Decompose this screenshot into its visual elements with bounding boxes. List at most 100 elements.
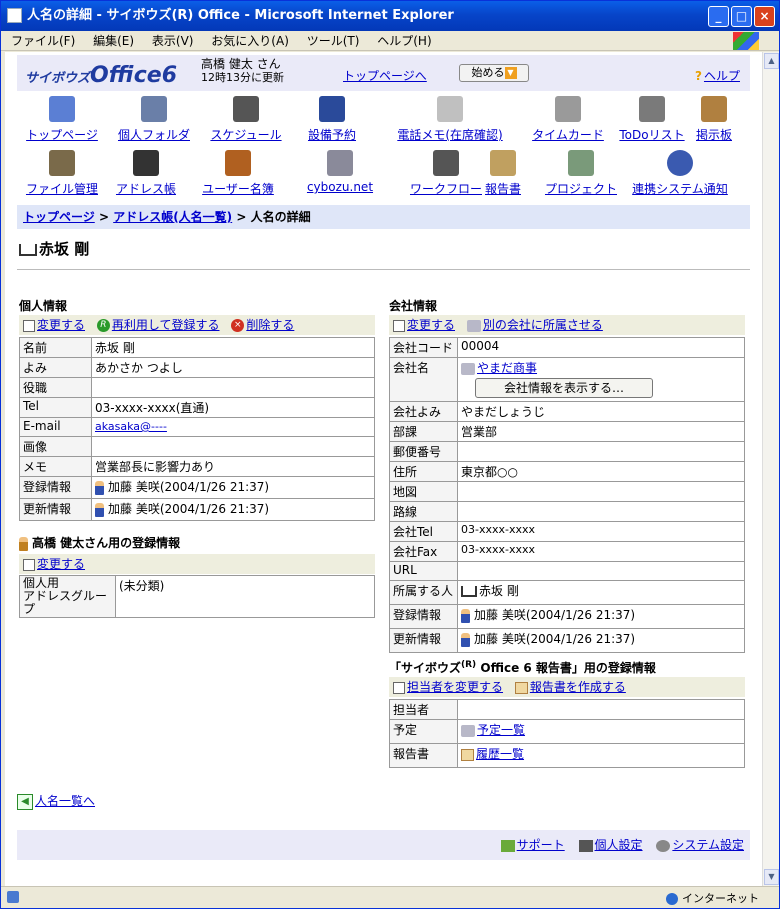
app-label[interactable]: 連携システム通知 xyxy=(627,180,733,197)
app-label[interactable]: cybozu.net xyxy=(295,180,385,194)
app-label[interactable]: プロジェクト xyxy=(541,180,621,197)
menu-tools[interactable]: ツール(T) xyxy=(307,34,360,48)
report-change-owner[interactable]: 担当者を変更する xyxy=(393,680,503,694)
breadcrumb-address-book[interactable]: アドレス帳(人名一覧) xyxy=(113,210,232,224)
personal-reuse-link[interactable]: 再利用して登録する xyxy=(112,318,220,332)
app-phone-memo[interactable]: 電話メモ(在席確認) xyxy=(395,96,505,146)
back-to-list[interactable]: ◀ 人名一覧へ xyxy=(17,792,95,810)
personal-settings-link[interactable]: 個人設定 xyxy=(595,838,643,852)
support[interactable]: サポート xyxy=(500,838,565,852)
app-project[interactable]: プロジェクト xyxy=(541,150,621,200)
app-label[interactable]: 掲示板 xyxy=(679,126,749,143)
app-label[interactable]: アドレス帳 xyxy=(101,180,191,197)
menu-view[interactable]: 表示(V) xyxy=(152,34,194,48)
row-key: 役職 xyxy=(19,377,92,398)
system-settings[interactable]: システム設定 xyxy=(656,838,744,852)
help-label[interactable]: ヘルプ xyxy=(704,69,740,83)
minimize-button[interactable]: _ xyxy=(708,6,729,27)
zone-label: インターネット xyxy=(682,892,759,905)
scroll-down-icon[interactable]: ▼ xyxy=(764,869,779,885)
app-label[interactable]: スケジュール xyxy=(201,126,291,143)
row-value: 00004 xyxy=(457,337,745,358)
page-title-text: 赤坂 剛 xyxy=(39,240,90,258)
app-personal-folder[interactable]: 個人フォルダ xyxy=(109,96,199,146)
app-label[interactable]: 報告書 xyxy=(473,180,533,197)
edit-icon xyxy=(23,319,35,332)
app-bulletin[interactable]: 掲示板 xyxy=(679,96,749,146)
globe-icon xyxy=(666,893,678,905)
app-user-list[interactable]: ユーザー名簿 xyxy=(193,150,283,200)
app-label[interactable]: ユーザー名簿 xyxy=(193,180,283,197)
app-cybozu-net[interactable]: cybozu.net xyxy=(295,150,385,200)
system-settings-link[interactable]: システム設定 xyxy=(672,838,744,852)
row-key: URL xyxy=(389,561,458,581)
top-page-link[interactable]: トップページへ xyxy=(343,67,427,84)
app-label[interactable]: タイムカード xyxy=(523,126,613,143)
user-reg-edit-link[interactable]: 変更する xyxy=(37,557,85,571)
menu-edit[interactable]: 編集(E) xyxy=(93,34,134,48)
row-value xyxy=(457,441,745,462)
report-create-link[interactable]: 報告書を作成する xyxy=(530,680,626,694)
address-book-icon xyxy=(19,243,37,256)
personal-settings[interactable]: 個人設定 xyxy=(578,838,643,852)
company-edit-link[interactable]: 変更する xyxy=(407,318,455,332)
app-label[interactable]: ファイル管理 xyxy=(17,180,107,197)
app-address-book[interactable]: アドレス帳 xyxy=(101,150,191,200)
row-key: E-mail xyxy=(19,417,92,437)
row-key: 登録情報 xyxy=(19,476,92,499)
history-list-link[interactable]: 履歴一覧 xyxy=(476,747,524,761)
personal-delete-link[interactable]: 削除する xyxy=(246,318,294,332)
table-row: URL xyxy=(389,561,745,581)
personal-edit-link[interactable]: 変更する xyxy=(37,318,85,332)
menu-favorites[interactable]: お気に入り(A) xyxy=(211,34,289,48)
report-change-owner-link[interactable]: 担当者を変更する xyxy=(407,680,503,694)
scroll-up-icon[interactable]: ▲ xyxy=(764,53,779,69)
row-key: 部課 xyxy=(389,421,458,442)
facility-icon xyxy=(319,96,345,122)
app-label[interactable]: トップページ xyxy=(17,126,107,143)
company-move-link[interactable]: 別の会社に所属させる xyxy=(483,318,603,332)
back-to-list-link[interactable]: 人名一覧へ xyxy=(35,794,95,808)
menu-file[interactable]: ファイル(F) xyxy=(11,34,75,48)
report-create[interactable]: 報告書を作成する xyxy=(514,680,626,694)
workflow-icon xyxy=(433,150,459,176)
app-label[interactable]: 設備予約 xyxy=(287,126,377,143)
help-link[interactable]: ? ヘルプ xyxy=(695,67,740,84)
app-top-page[interactable]: トップページ xyxy=(17,96,107,146)
app-file-manage[interactable]: ファイル管理 xyxy=(17,150,107,200)
security-zone: インターネット xyxy=(666,890,759,906)
start-button[interactable]: 始める ▼ xyxy=(459,64,529,82)
app-label[interactable]: 個人フォルダ xyxy=(109,126,199,143)
app-notification[interactable]: 連携システム通知 xyxy=(627,150,733,200)
title-bar: 人名の詳細 - サイボウズ(R) Office - Microsoft Inte… xyxy=(1,1,779,31)
table-row: 名前 赤坂 剛 xyxy=(19,337,375,358)
close-button[interactable]: × xyxy=(754,6,775,27)
company-name-link[interactable]: やまだ商事 xyxy=(477,361,537,375)
app-report[interactable]: 報告書 xyxy=(473,150,533,200)
support-link[interactable]: サポート xyxy=(517,838,565,852)
top-page-icon xyxy=(49,96,75,122)
app-schedule[interactable]: スケジュール xyxy=(201,96,291,146)
personal-delete[interactable]: × 削除する xyxy=(231,318,294,332)
app-timecard[interactable]: タイムカード xyxy=(523,96,613,146)
personal-reuse[interactable]: R 再利用して登録する xyxy=(96,318,220,332)
schedule-list-link[interactable]: 予定一覧 xyxy=(477,723,525,737)
cybozu-header: サイボウズOffice6 高橋 健太 さん 12時13分に更新 トップページへ … xyxy=(17,55,750,91)
table-row: 会社コード 00004 xyxy=(389,337,745,358)
row-key: 画像 xyxy=(19,436,92,457)
row-value: 加藤 美咲(2004/1/26 21:37) xyxy=(457,604,745,629)
maximize-button[interactable]: □ xyxy=(731,6,752,27)
breadcrumb-top[interactable]: トップページ xyxy=(23,210,95,224)
vertical-scrollbar[interactable]: ▲ ▼ xyxy=(762,52,779,886)
company-move[interactable]: 別の会社に所属させる xyxy=(466,318,603,332)
cybozu-logo[interactable]: サイボウズOffice6 xyxy=(25,63,177,88)
app-label[interactable]: 電話メモ(在席確認) xyxy=(395,126,505,143)
email-link[interactable]: akasaka@---- xyxy=(95,420,167,433)
support-icon xyxy=(500,839,515,852)
show-company-button[interactable]: 会社情報を表示する… xyxy=(475,378,653,398)
personal-edit[interactable]: 変更する xyxy=(23,318,85,332)
user-reg-edit[interactable]: 変更する xyxy=(23,557,85,571)
app-facility[interactable]: 設備予約 xyxy=(287,96,377,146)
company-edit[interactable]: 変更する xyxy=(393,318,455,332)
menu-help[interactable]: ヘルプ(H) xyxy=(377,34,431,48)
